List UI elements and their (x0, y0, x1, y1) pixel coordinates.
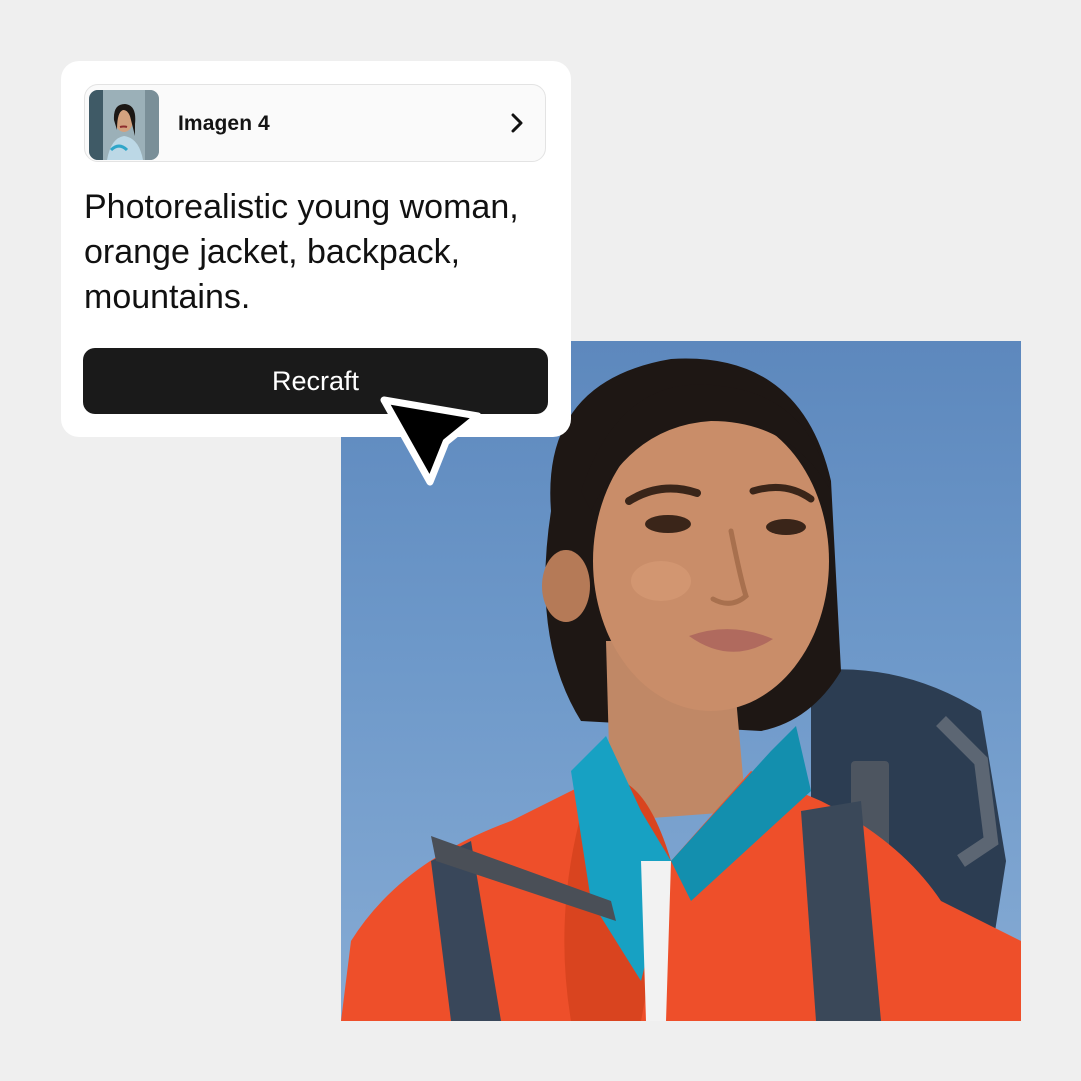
model-thumbnail (89, 90, 159, 160)
chevron-right-icon (511, 113, 523, 133)
model-selector[interactable]: Imagen 4 (84, 84, 546, 162)
model-name: Imagen 4 (178, 112, 270, 135)
prompt-text: Photorealistic young woman, orange jacke… (84, 188, 519, 316)
prompt-card: Imagen 4 Photorealistic young woman, ora… (61, 61, 571, 437)
arrow-cursor-icon (380, 396, 482, 486)
